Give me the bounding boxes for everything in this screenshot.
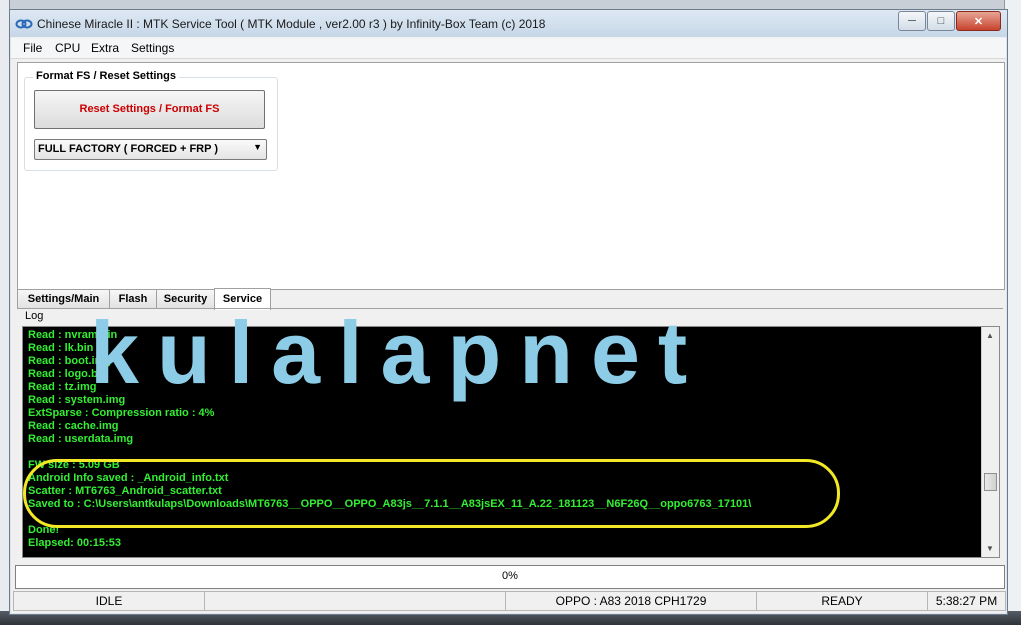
log-line: Elapsed: 00:15:53 <box>28 537 121 549</box>
tab-divider <box>17 308 1003 309</box>
log-line: Read : tz.img <box>28 381 97 393</box>
app-logo-icon <box>15 19 33 29</box>
progress-text: 0% <box>502 570 518 582</box>
chevron-down-icon: ▼ <box>253 142 262 152</box>
main-window: Chinese Miracle II : MTK Service Tool ( … <box>9 9 1008 615</box>
log-line: Scatter : MT6763_Android_scatter.txt <box>28 485 222 497</box>
log-line: Read : cache.img <box>28 420 119 432</box>
window-title: Chinese Miracle II : MTK Service Tool ( … <box>37 17 546 31</box>
log-line: Read : system.img <box>28 394 126 406</box>
menu-file[interactable]: File <box>23 41 42 55</box>
format-reset-group: Format FS / Reset Settings Reset Setting… <box>24 70 278 171</box>
log-line: Read : boot.img <box>28 355 112 367</box>
service-panel: Format FS / Reset Settings Reset Setting… <box>17 62 1005 290</box>
title-bar[interactable]: Chinese Miracle II : MTK Service Tool ( … <box>10 10 1007 37</box>
maximize-button[interactable]: □ <box>927 11 955 31</box>
tab-security[interactable]: Security <box>156 289 215 308</box>
scroll-up-icon[interactable]: ▲ <box>986 331 994 340</box>
scroll-down-icon[interactable]: ▼ <box>986 544 994 553</box>
tab-settings-main[interactable]: Settings/Main <box>17 289 110 308</box>
status-bar: IDLE OPPO : A83 2018 CPH1729 READY 5:38:… <box>13 591 1006 611</box>
group-title: Format FS / Reset Settings <box>33 70 179 82</box>
status-state: IDLE <box>13 591 205 611</box>
format-mode-dropdown[interactable]: FULL FACTORY ( FORCED + FRP ) ▼ <box>34 139 267 160</box>
progress-bar: 0% <box>15 565 1005 589</box>
log-line: Read : userdata.img <box>28 433 134 445</box>
log-line: Done! <box>28 524 60 536</box>
log-scrollbar[interactable]: ▲ ▼ <box>981 327 999 557</box>
menu-cpu[interactable]: CPU <box>55 41 80 55</box>
menu-settings[interactable]: Settings <box>131 41 174 55</box>
minimize-button[interactable]: ─ <box>898 11 926 31</box>
log-line: Read : nvram.bin <box>28 329 118 341</box>
log-line: Read : logo.bin <box>28 368 108 380</box>
scroll-thumb[interactable] <box>984 473 997 491</box>
status-ready: READY <box>756 591 928 611</box>
dropdown-value: FULL FACTORY ( FORCED + FRP ) <box>38 143 218 155</box>
log-line: ExtSparse : Compression ratio : 4% <box>28 407 215 419</box>
tab-service[interactable]: Service <box>214 288 271 310</box>
menu-extra[interactable]: Extra <box>91 41 119 55</box>
menu-bar: File CPU Extra Settings <box>11 38 1006 59</box>
close-button[interactable]: ✕ <box>956 11 1001 31</box>
log-lines: Read : nvram.bin Read : lk.bin Read : boot… <box>28 329 751 550</box>
status-device: OPPO : A83 2018 CPH1729 <box>505 591 757 611</box>
status-time: 5:38:27 PM <box>927 591 1006 611</box>
log-line: Read : lk.bin <box>28 342 94 354</box>
tab-flash[interactable]: Flash <box>109 289 157 308</box>
reset-format-button[interactable]: Reset Settings / Format FS <box>34 90 265 129</box>
log-line: Android Info saved : _Android_info.txt <box>28 472 229 484</box>
log-label: Log <box>25 310 44 322</box>
log-console[interactable]: Read : nvram.bin Read : lk.bin Read : boot… <box>22 326 1000 558</box>
status-empty <box>204 591 506 611</box>
log-line: Saved to : C:\Users\antkulaps\Downloads\… <box>28 498 752 510</box>
log-line: FW size : 5.09 GB <box>28 459 120 471</box>
